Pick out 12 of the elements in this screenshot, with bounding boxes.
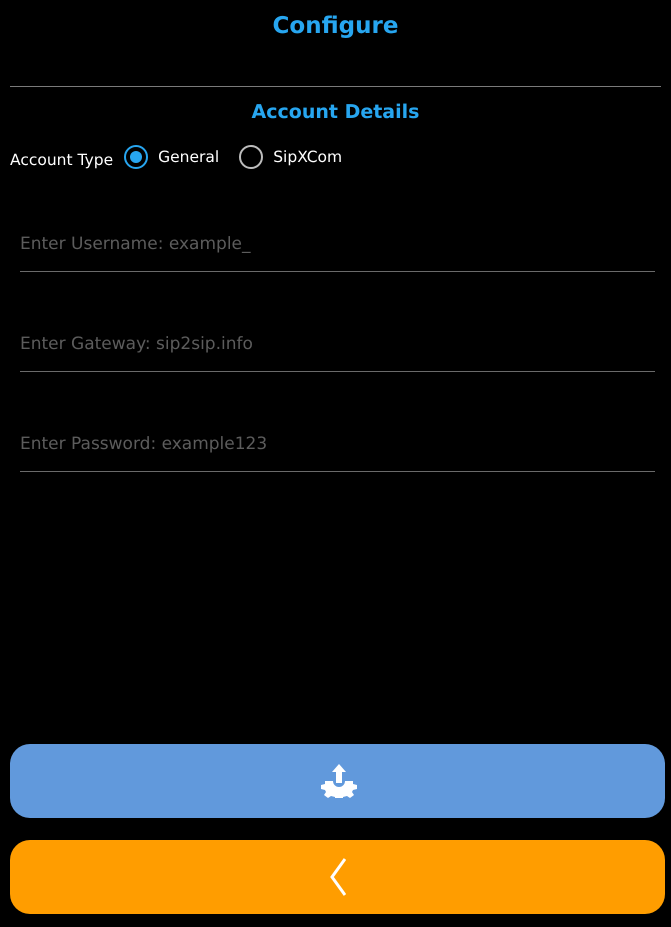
chevron-left-icon	[330, 858, 346, 896]
gear-arrow-icon	[318, 764, 358, 798]
section-title: Account Details	[252, 100, 420, 125]
input-field[interactable]: Enter Password: example123	[20, 422, 655, 472]
account-type-label: Account Type	[10, 151, 114, 169]
input-field[interactable]: Enter Gateway: sip2sip.info	[20, 322, 655, 372]
radio-icon[interactable]	[239, 145, 264, 169]
radio-option[interactable]: SipXCom	[239, 145, 342, 169]
radio-option[interactable]: General	[124, 145, 220, 169]
input-field[interactable]: Enter Username: example_	[20, 222, 655, 272]
radio-icon[interactable]	[124, 145, 148, 169]
page-title: Configure	[272, 12, 398, 41]
